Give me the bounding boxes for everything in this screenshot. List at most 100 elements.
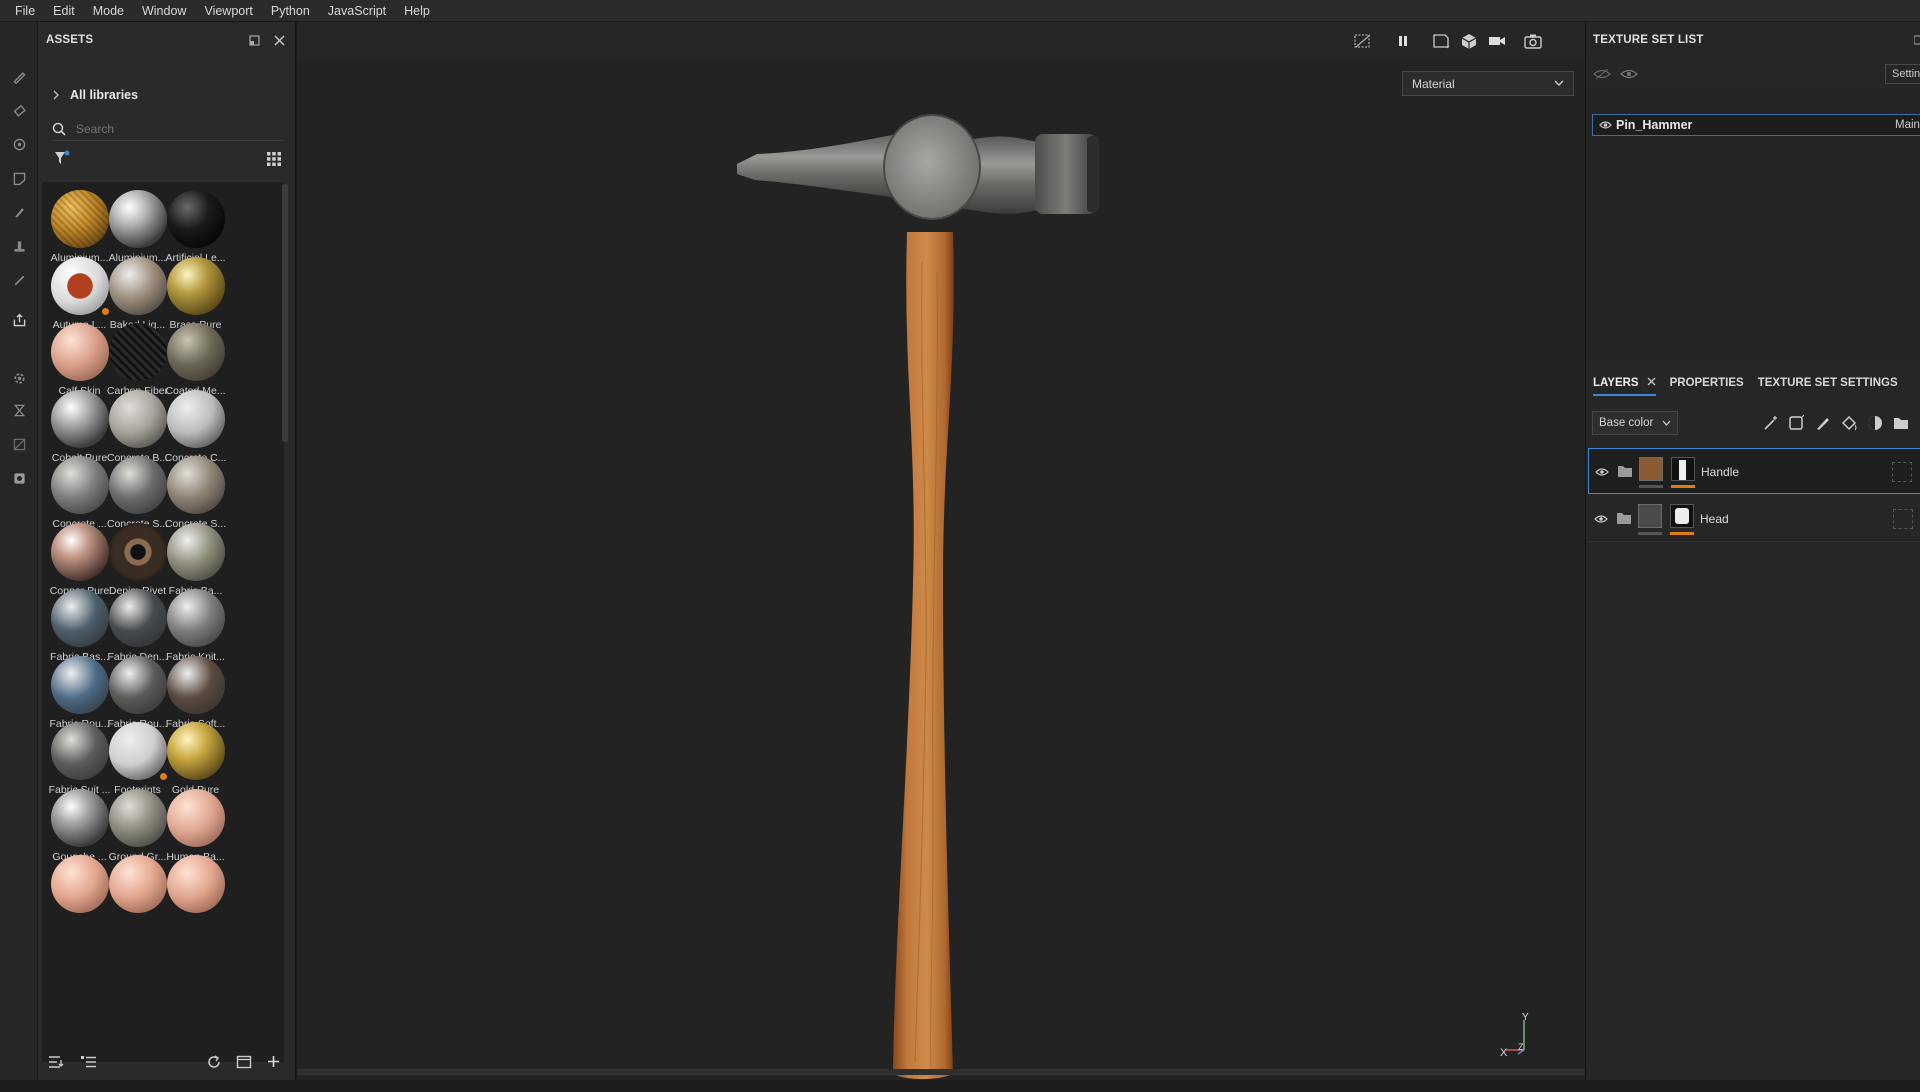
layer-mask-thumbnail[interactable] — [1671, 457, 1695, 481]
material-preview-icon — [167, 323, 225, 381]
tab-texture-set-settings[interactable]: TEXTURE SET SETTINGS — [1758, 377, 1898, 389]
material-preview-icon — [109, 190, 167, 248]
export-icon[interactable] — [9, 310, 29, 330]
color-picker-icon[interactable] — [9, 270, 29, 290]
panel-menu-icon[interactable] — [1914, 35, 1920, 45]
channel-select[interactable]: Base color — [1592, 411, 1678, 435]
axis-y-label: Y — [1522, 1012, 1529, 1023]
add-smart-material-icon[interactable] — [1866, 414, 1884, 432]
material-preview-icon — [109, 323, 167, 381]
list-options-icon[interactable] — [80, 1055, 97, 1069]
import-resources-icon[interactable] — [48, 1055, 65, 1069]
tab-layers[interactable]: LAYERS — [1593, 377, 1656, 396]
close-icon[interactable] — [274, 33, 285, 51]
menu-item-window[interactable]: Window — [133, 0, 195, 22]
pause-icon[interactable] — [1393, 32, 1413, 50]
material-preview-icon — [167, 522, 225, 581]
asset-tile[interactable] — [160, 851, 231, 931]
settings-gear-icon[interactable] — [9, 368, 29, 388]
viewport-mode-select[interactable]: Material — [1402, 71, 1574, 96]
visibility-eye-icon[interactable] — [1599, 120, 1612, 130]
menu-item-mode[interactable]: Mode — [84, 0, 133, 22]
menu-item-javascript[interactable]: JavaScript — [319, 0, 395, 22]
hide-overlays-icon[interactable] — [1353, 32, 1373, 50]
hide-all-icon[interactable] — [1593, 68, 1611, 80]
layer-blend-toggle[interactable] — [1892, 462, 1912, 482]
add-folder-icon[interactable] — [1892, 414, 1910, 432]
2d-view-icon[interactable] — [1431, 32, 1451, 50]
add-icon[interactable] — [266, 1054, 281, 1069]
layer-mask-thumbnail[interactable] — [1670, 504, 1694, 528]
assets-panel: ASSETS All libraries Aluminium...Alumini… — [38, 22, 296, 1080]
menu-bar: File Edit Mode Window Viewport Python JavaScri… — [0, 0, 1920, 22]
menu-item-python[interactable]: Python — [262, 0, 319, 22]
texture-set-item[interactable]: Pin_Hammer Main — [1592, 114, 1920, 136]
material-preview-icon — [167, 389, 225, 448]
material-preview-icon — [109, 522, 167, 581]
tsl-toolbar: Settin — [1586, 60, 1920, 88]
menu-item-viewport[interactable]: Viewport — [195, 0, 261, 22]
tab-properties[interactable]: PROPERTIES — [1670, 377, 1744, 389]
undock-icon[interactable] — [249, 33, 260, 51]
camera-icon[interactable] — [1487, 32, 1507, 50]
display-settings-icon[interactable] — [9, 468, 29, 488]
hammer-model[interactable] — [717, 112, 1167, 1092]
library-selector[interactable]: All libraries — [52, 88, 138, 102]
projection-icon[interactable] — [9, 134, 29, 154]
clone-stamp-icon[interactable] — [9, 236, 29, 256]
viewport-mode-value: Material — [1412, 76, 1455, 91]
3d-view-icon[interactable] — [1459, 32, 1479, 50]
material-preview-icon — [109, 655, 167, 714]
layer-material-thumbnail[interactable] — [1638, 504, 1662, 528]
library-label: All libraries — [70, 88, 139, 102]
menu-item-help[interactable]: Help — [395, 0, 439, 22]
refresh-icon[interactable] — [206, 1054, 222, 1070]
assets-search[interactable] — [52, 117, 284, 141]
3d-viewport[interactable]: Material Y X Z — [297, 22, 1585, 1080]
filter-icon[interactable] — [54, 150, 70, 166]
layer-material-thumbnail[interactable] — [1639, 457, 1663, 481]
uv-icon[interactable] — [9, 434, 29, 454]
material-preview-icon — [167, 855, 225, 913]
material-preview-icon — [51, 456, 109, 514]
material-preview-icon — [109, 456, 167, 514]
new-folder-icon[interactable] — [236, 1054, 252, 1070]
asset-grid: Aluminium...Aluminium...Artificial Le...… — [42, 182, 284, 1062]
add-effect-icon[interactable] — [1762, 414, 1780, 432]
add-paint-layer-icon[interactable] — [1814, 414, 1832, 432]
add-fill-layer-icon[interactable] — [1840, 414, 1858, 432]
layer-row-head[interactable]: Head — [1588, 496, 1920, 542]
search-input[interactable] — [76, 121, 266, 136]
material-preview-icon — [167, 722, 225, 780]
smudge-icon[interactable] — [9, 202, 29, 222]
menu-item-file[interactable]: File — [6, 0, 44, 22]
material-preview-icon — [167, 655, 225, 714]
assets-scrollbar[interactable] — [282, 184, 288, 442]
material-preview-icon — [167, 589, 225, 647]
screenshot-icon[interactable] — [1523, 32, 1543, 50]
layer-blend-toggle[interactable] — [1893, 509, 1913, 529]
paint-brush-icon[interactable] — [9, 66, 29, 86]
material-preview-icon — [109, 389, 167, 448]
visibility-eye-icon[interactable] — [1594, 514, 1608, 524]
grid-view-icon[interactable] — [266, 151, 282, 167]
channel-value: Base color — [1599, 417, 1654, 429]
menu-item-edit[interactable]: Edit — [44, 0, 84, 22]
eraser-icon[interactable] — [9, 100, 29, 120]
axis-gizmo: Y X Z — [1500, 1012, 1529, 1059]
layer-row-handle[interactable]: Handle — [1588, 448, 1920, 494]
add-mask-icon[interactable] — [1788, 414, 1806, 432]
polygon-fill-icon[interactable] — [9, 168, 29, 188]
material-preview-icon — [109, 788, 167, 847]
show-all-icon[interactable] — [1620, 68, 1638, 80]
axis-z-label: Z — [1518, 1042, 1524, 1052]
chevron-right-icon — [53, 90, 59, 100]
tool-sidebar — [0, 22, 38, 1080]
material-preview-icon — [167, 190, 225, 248]
settings-button[interactable]: Settin — [1885, 64, 1920, 84]
close-tab-icon[interactable] — [1647, 377, 1656, 386]
viewport-toolbar — [297, 22, 1585, 60]
visibility-eye-icon[interactable] — [1595, 467, 1609, 477]
bake-icon[interactable] — [9, 400, 29, 420]
layers-toolbar: Base color — [1592, 408, 1920, 438]
